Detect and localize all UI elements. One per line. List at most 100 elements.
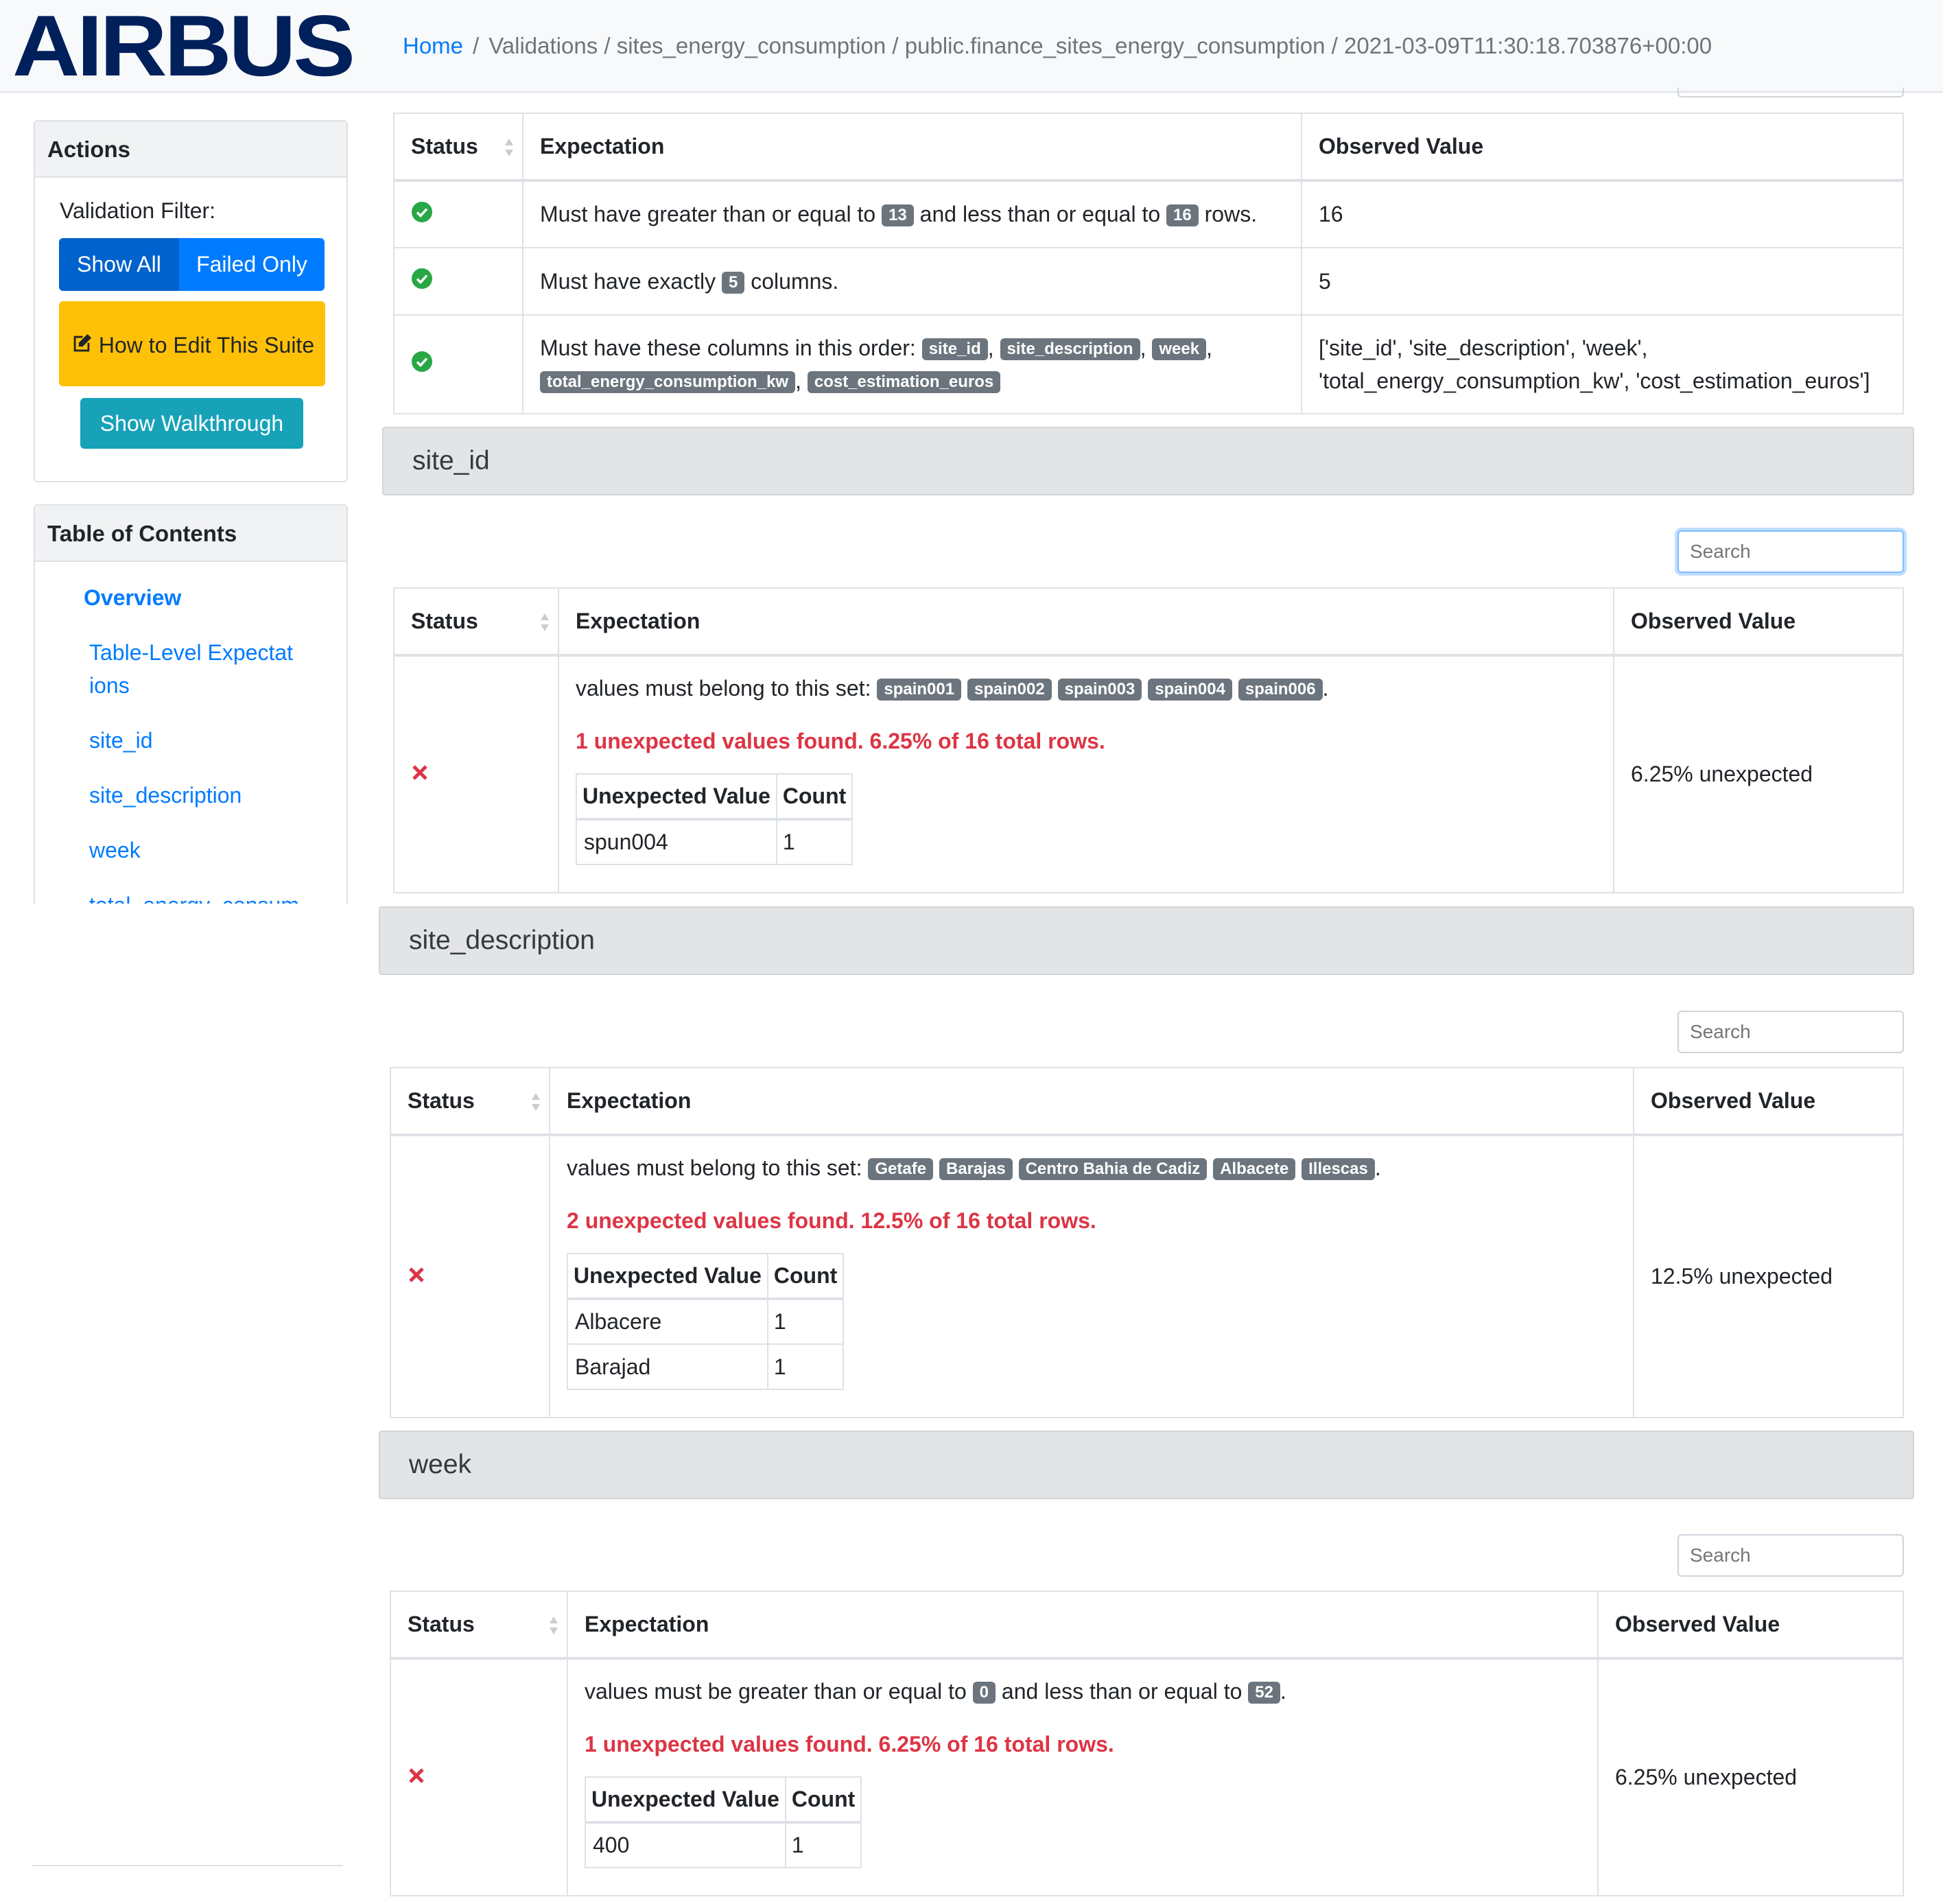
- show-all-button[interactable]: Show All: [59, 238, 179, 291]
- validation-filter-label: Validation Filter:: [60, 198, 216, 223]
- unexpected-value-cell: spun004: [576, 819, 777, 865]
- expectation-cell: Must have these columns in this order: s…: [522, 314, 1302, 414]
- table-row: Must have exactly 5 columns. 5: [393, 247, 1904, 316]
- value-badge: spain003: [1057, 679, 1142, 701]
- toc-link-week[interactable]: week: [89, 834, 141, 867]
- table-header-row: Status Expectation Observed Value: [390, 1590, 1904, 1660]
- count-header: Count: [784, 1776, 862, 1824]
- unexpected-values-table: Unexpected Value Count spun004 1: [576, 773, 853, 865]
- how-to-edit-suite-button[interactable]: How to Edit This Suite: [59, 301, 325, 386]
- expectation-cell: values must belong to this set: Getafe B…: [549, 1134, 1634, 1418]
- unexpected-message: 1 unexpected values found. 6.25% of 16 t…: [576, 729, 1105, 753]
- status-header-label: Status: [411, 134, 478, 158]
- value-badge: spain006: [1238, 679, 1323, 701]
- success-check-icon: [412, 201, 432, 222]
- value-badge: Albacete: [1213, 1158, 1296, 1180]
- observed-value-column-header[interactable]: Observed Value: [1633, 1067, 1904, 1136]
- week-expectations-table: Status Expectation Observed Value values…: [390, 1590, 1904, 1896]
- expectation-column-header[interactable]: Expectation: [558, 587, 1614, 657]
- show-walkthrough-button[interactable]: Show Walkthrough: [80, 398, 303, 449]
- sort-icon[interactable]: [531, 1092, 541, 1112]
- column-badge: cost_estimation_euros: [807, 371, 1001, 393]
- table-header-row: Status Expectation Observed Value: [393, 587, 1904, 657]
- value-badge: Illescas: [1302, 1158, 1375, 1180]
- observed-value-column-header[interactable]: Observed Value: [1301, 113, 1904, 182]
- unexpected-value-header: Unexpected Value: [585, 1776, 786, 1824]
- unexpected-value-cell: 400: [585, 1822, 786, 1868]
- toc-link-overview[interactable]: Overview: [84, 581, 181, 614]
- search-input-partial[interactable]: [1677, 88, 1904, 97]
- column-badge: site_description: [1000, 338, 1140, 360]
- value-badge: 5: [722, 271, 745, 294]
- sort-icon[interactable]: [504, 137, 514, 158]
- breadcrumb-separator: /: [473, 33, 480, 58]
- top-navbar: AIRBUS Home / Validations / sites_energy_c…: [0, 0, 1943, 93]
- sort-icon[interactable]: [549, 1615, 558, 1636]
- success-check-icon: [412, 268, 432, 289]
- observed-value-column-header[interactable]: Observed Value: [1613, 587, 1904, 657]
- toc-link-total-energy[interactable]: total_energy_consum: [89, 889, 299, 904]
- breadcrumb: Home / Validations / sites_energy_consumpt…: [403, 33, 1712, 59]
- success-check-icon: [412, 351, 432, 372]
- expectation-column-header[interactable]: Expectation: [567, 1590, 1599, 1660]
- value-badge: 0: [972, 1682, 996, 1704]
- value-badge: spain004: [1148, 679, 1232, 701]
- breadcrumb-home-link[interactable]: Home: [403, 33, 463, 58]
- section-header-site-id: site_id: [382, 427, 1914, 495]
- unexpected-value-header: Unexpected Value: [567, 1253, 768, 1300]
- expectation-column-header[interactable]: Expectation: [549, 1067, 1634, 1136]
- search-input[interactable]: [1677, 1534, 1904, 1577]
- status-column-header[interactable]: Status: [393, 113, 523, 182]
- observed-value-column-header[interactable]: Observed Value: [1597, 1590, 1904, 1660]
- unexpected-values-table: Unexpected Value Count 400 1: [585, 1776, 862, 1868]
- observed-value-cell: 12.5% unexpected: [1633, 1134, 1904, 1418]
- unexpected-message: 1 unexpected values found. 6.25% of 16 t…: [585, 1732, 1114, 1756]
- unexpected-value-header: Unexpected Value: [576, 773, 777, 821]
- count-cell: 1: [775, 819, 853, 865]
- table-row: Must have greater than or equal to 13 an…: [393, 180, 1904, 248]
- unexpected-value-cell: Albacere: [567, 1298, 768, 1345]
- observed-value-cell: 5: [1301, 247, 1904, 316]
- count-header: Count: [766, 1253, 845, 1300]
- expectation-cell: values must belong to this set: spain001…: [558, 655, 1614, 893]
- search-input[interactable]: [1677, 530, 1904, 573]
- table-row: values must be greater than or equal to …: [390, 1658, 1904, 1896]
- toc-link-table-level[interactable]: Table-Level Expectat ions: [89, 636, 316, 702]
- failure-x-icon: [409, 1267, 424, 1282]
- failed-only-button[interactable]: Failed Only: [179, 238, 325, 291]
- count-cell: 1: [784, 1822, 862, 1868]
- status-header-label: Status: [411, 609, 478, 633]
- value-badge: Getafe: [868, 1158, 934, 1180]
- status-header-label: Status: [408, 1612, 475, 1636]
- site-description-expectations-table: Status Expectation Observed Value values…: [390, 1067, 1904, 1418]
- value-badge: Centro Bahia de Cadiz: [1018, 1158, 1208, 1180]
- expectation-column-header[interactable]: Expectation: [522, 113, 1302, 182]
- status-column-header[interactable]: Status: [390, 1067, 550, 1136]
- status-column-header[interactable]: Status: [390, 1590, 568, 1660]
- count-cell: 1: [766, 1298, 845, 1345]
- toc-card: Table of Contents Overview Table-Level E…: [34, 504, 348, 904]
- status-column-header[interactable]: Status: [393, 587, 559, 657]
- table-row: Must have these columns in this order: s…: [393, 314, 1904, 414]
- actions-card-header: Actions: [35, 121, 346, 178]
- unexpected-value-cell: Barajad: [567, 1343, 768, 1390]
- toc-card-header: Table of Contents: [35, 506, 346, 562]
- observed-value-cell: 16: [1301, 180, 1904, 248]
- value-badge: 52: [1248, 1682, 1280, 1704]
- airbus-logo[interactable]: AIRBUS: [12, 3, 355, 89]
- failure-x-icon: [412, 765, 427, 780]
- unexpected-values-table: Unexpected Value Count Albacere 1 Barajad 1: [567, 1253, 845, 1390]
- site-id-expectations-table: Status Expectation Observed Value values…: [393, 587, 1904, 893]
- value-badge: spain001: [877, 679, 962, 701]
- validation-filter-group: Show All Failed Only: [59, 238, 325, 291]
- breadcrumb-path: Validations / sites_energy_consumption /…: [488, 33, 1712, 58]
- toc-link-site-id[interactable]: site_id: [89, 724, 153, 757]
- value-badge: 16: [1166, 204, 1199, 226]
- toc-link-site-description[interactable]: site_description: [89, 779, 242, 812]
- search-input[interactable]: [1677, 1011, 1904, 1053]
- failure-x-icon: [409, 1768, 424, 1783]
- sort-icon[interactable]: [540, 612, 550, 633]
- value-badge: Barajas: [939, 1158, 1013, 1180]
- section-header-site-description: site_description: [379, 906, 1914, 975]
- observed-value-cell: 6.25% unexpected: [1597, 1658, 1904, 1896]
